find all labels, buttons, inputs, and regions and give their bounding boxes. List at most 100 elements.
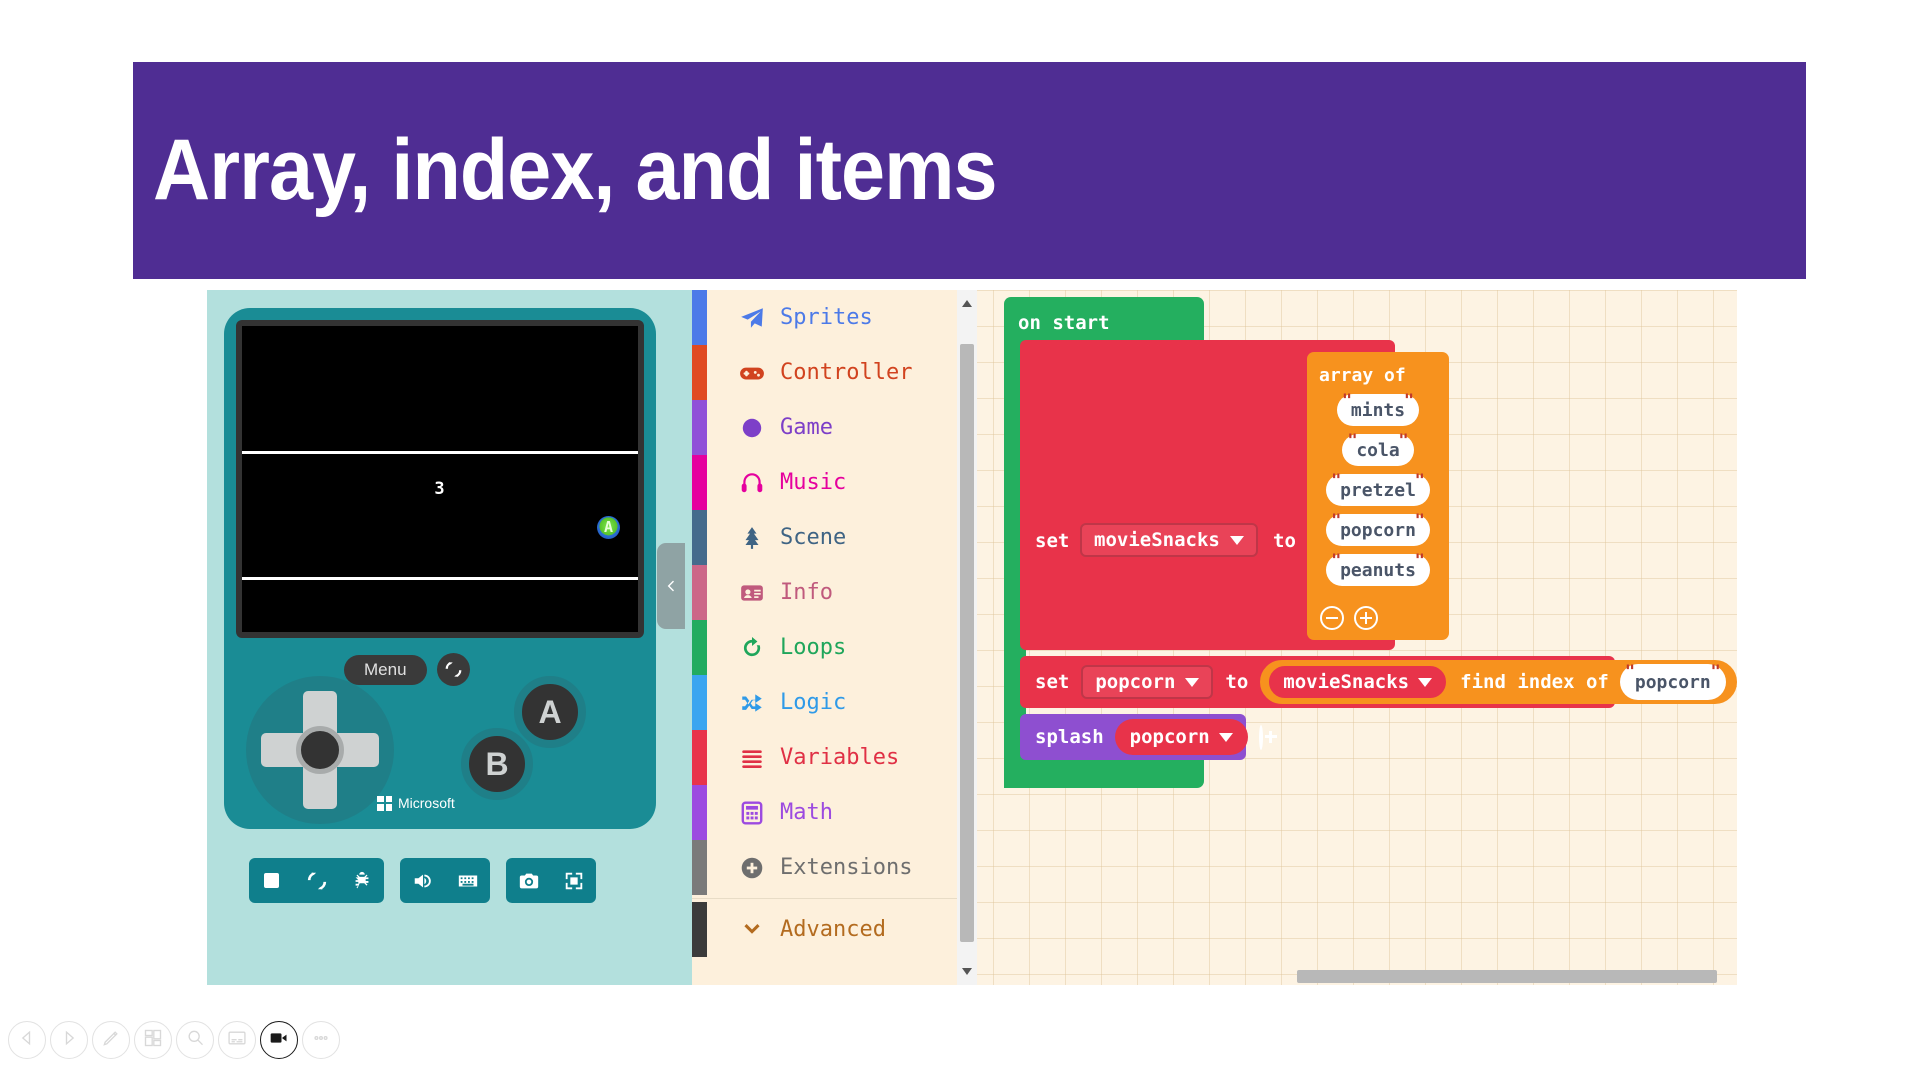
dpad[interactable] [246,676,394,824]
page-title: Array, index, and items [153,122,998,218]
workspace-horizontal-scrollbar[interactable] [977,967,1737,985]
subtitles-button[interactable] [218,1021,256,1059]
find-index-of-label: find index of [1460,671,1609,693]
find-index-argument-field[interactable]: popcorn [1619,662,1726,700]
toolbox-category-label: Info [780,580,833,605]
category-color-stripe [692,510,707,565]
keyboard-icon [458,875,477,886]
toolbox-category-game[interactable]: Game [692,400,957,455]
calculator-icon [738,799,766,827]
plus-circle-icon[interactable] [1258,724,1277,750]
paper-plane-icon [738,304,766,332]
menu-row: Menu [344,653,470,686]
toolbox-category-scene[interactable]: Scene [692,510,957,565]
plus-circle-icon[interactable] [1354,606,1378,630]
debug-button[interactable] [339,858,384,903]
splash-variable-dropdown[interactable]: popcorn [1114,719,1248,755]
array-item-field[interactable]: pretzel [1326,471,1430,506]
previous-slide-button[interactable] [8,1021,46,1059]
next-slide-button[interactable] [50,1021,88,1059]
index-variable-name: popcorn [1095,671,1176,693]
horizontal-scroll-thumb[interactable] [1297,970,1717,983]
more-options-button[interactable] [302,1021,340,1059]
array-of-block[interactable]: array of mints cola pretzel popcorn peanuts [1307,352,1449,640]
game-screen[interactable]: 3 A [242,326,638,632]
splash-block[interactable]: splash popcorn [1020,714,1277,760]
toolbox-category-music[interactable]: Music [692,455,957,510]
splash-value-text: 3 [434,479,446,499]
to-keyword-label-2: to [1225,671,1249,693]
toolbox-category-advanced[interactable]: Advanced [692,902,957,957]
restart-button[interactable] [294,858,339,903]
microsoft-logo: Microsoft [377,795,455,811]
find-index-of-block[interactable]: movieSnacks find index of popcorn [1260,660,1737,704]
on-start-label: on start [1018,312,1110,334]
scroll-up-arrow-icon[interactable] [962,300,972,307]
pen-tool-button[interactable] [92,1021,130,1059]
subtitles-icon [227,1028,247,1053]
button-b[interactable]: B [461,728,533,800]
array-item-field[interactable]: mints [1336,391,1420,426]
array-item-field[interactable]: peanuts [1326,551,1430,586]
scroll-down-arrow-icon[interactable] [962,968,972,975]
toolbox-category-extensions[interactable]: Extensions [692,840,957,895]
toolbox-category-label: Music [780,470,847,495]
splash-keyword-label: splash [1035,726,1104,748]
zoom-button[interactable] [176,1021,214,1059]
block-notch [1042,714,1078,723]
camera-button[interactable] [260,1021,298,1059]
grid-icon [143,1028,163,1053]
blocks-workspace[interactable]: on start set movieSnacks to array of min… [957,290,1737,985]
gamepad-icon [738,359,766,387]
chevron-down-icon [1418,677,1433,687]
microsoft-squares-icon [377,795,392,811]
restart-icon[interactable] [436,653,470,686]
array-item-field[interactable]: cola [1342,431,1414,466]
collapse-simulator-button[interactable] [657,543,685,629]
loop-arrow-icon [738,634,766,662]
toolbox-category-sprites[interactable]: Sprites [692,290,957,345]
find-index-array-dropdown[interactable]: movieSnacks [1266,663,1450,701]
button-a[interactable]: A [514,676,586,748]
workspace-vertical-scrollbar[interactable] [957,290,977,985]
toolbox-category-info[interactable]: Info [692,565,957,620]
array-variable-dropdown[interactable]: movieSnacks [1080,523,1258,557]
capture-button-group [506,858,596,903]
toolbox-category-controller[interactable]: Controller [692,345,957,400]
array-item-field[interactable]: popcorn [1326,511,1430,546]
toolbox-category-variables[interactable]: Variables [692,730,957,785]
sound-button[interactable] [400,858,445,903]
fullscreen-icon [565,872,582,889]
toolbox-category-label: Sprites [780,305,873,330]
array-items-list: mints cola pretzel popcorn peanuts [1314,391,1442,586]
chevron-left-icon [667,580,674,592]
triangle-right-icon [59,1028,79,1053]
stop-button[interactable] [249,858,294,903]
index-variable-dropdown[interactable]: popcorn [1081,665,1214,699]
all-slides-button[interactable] [134,1021,172,1059]
chevron-down-icon [1229,535,1244,545]
lines-icon [738,744,766,772]
toolbox-category-logic[interactable]: Logic [692,675,957,730]
headphones-icon [738,469,766,497]
makecode-editor-screenshot: 3 A Menu A B Microsoft Sprites Controlle… [207,290,1737,985]
set-array-block[interactable]: set movieSnacks to array of mints cola pre… [1020,340,1449,650]
vertical-scroll-thumb[interactable] [960,344,974,942]
toolbox-category-label: Advanced [780,917,886,942]
fullscreen-button[interactable] [551,858,596,903]
keyboard-button[interactable] [445,858,490,903]
menu-button[interactable]: Menu [344,654,427,685]
shuffle-icon [738,689,766,717]
category-color-stripe [692,785,707,840]
tree-icon [738,524,766,552]
array-item-stepper [1320,606,1378,630]
category-color-stripe [692,902,707,957]
io-button-group [400,858,490,903]
toolbox-category-loops[interactable]: Loops [692,620,957,675]
screenshot-button[interactable] [506,858,551,903]
pen-icon [101,1028,121,1053]
blocks-toolbox[interactable]: Sprites Controller Game Music Scene Info Loops… [692,290,957,985]
minus-circle-icon[interactable] [1320,606,1344,630]
toolbox-category-math[interactable]: Math [692,785,957,840]
set-index-block[interactable]: set popcorn to movieSnacks find index of… [1020,656,1737,708]
